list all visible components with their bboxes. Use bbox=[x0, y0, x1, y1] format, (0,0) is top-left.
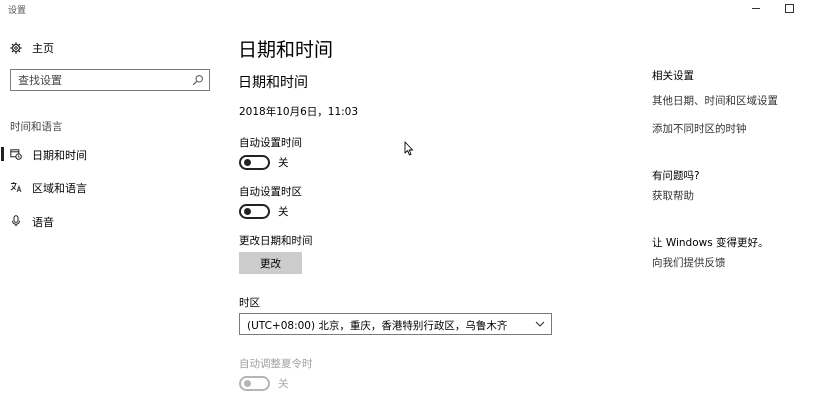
auto-timezone-toggle[interactable] bbox=[239, 203, 270, 219]
give-feedback-link[interactable]: 向我们提供反馈 bbox=[652, 255, 726, 270]
toggle-knob bbox=[244, 158, 251, 166]
auto-time-label: 自动设置时间 bbox=[239, 137, 302, 149]
active-indicator bbox=[1, 214, 4, 228]
toggle-knob bbox=[244, 379, 251, 387]
change-datetime-button[interactable]: 更改 bbox=[239, 252, 302, 274]
auto-time-toggle[interactable] bbox=[239, 154, 270, 170]
section-heading: 日期和时间 bbox=[238, 75, 308, 91]
related-settings-heading: 相关设置 bbox=[652, 70, 694, 82]
home-nav[interactable]: 主页 bbox=[10, 40, 54, 56]
minimize-button[interactable] bbox=[748, 1, 764, 15]
dst-label: 自动调整夏令时 bbox=[239, 358, 313, 370]
search-input[interactable] bbox=[11, 70, 181, 90]
feedback-heading: 让 Windows 变得更好。 bbox=[652, 237, 769, 249]
help-heading: 有问题吗? bbox=[652, 170, 700, 182]
title-bar: 设置 bbox=[0, 0, 816, 18]
sidebar-item-label: 日期和时间 bbox=[32, 149, 87, 162]
auto-timezone-state: 关 bbox=[278, 205, 289, 218]
auto-time-toggle-row: 关 bbox=[239, 154, 289, 170]
home-label: 主页 bbox=[32, 42, 54, 55]
sidebar-item-speech[interactable]: 语音 bbox=[0, 206, 225, 236]
toggle-knob bbox=[244, 207, 251, 215]
current-datetime: 2018年10月6日，11:03 bbox=[239, 106, 359, 118]
auto-timezone-label: 自动设置时区 bbox=[239, 186, 302, 198]
chevron-down-icon bbox=[535, 319, 545, 329]
sidebar-section-title: 时间和语言 bbox=[10, 121, 63, 133]
timezone-value: (UTC+08:00) 北京，重庆，香港特别行政区，乌鲁木齐 bbox=[247, 320, 508, 332]
search-box[interactable] bbox=[10, 69, 210, 91]
dst-state: 关 bbox=[278, 377, 289, 390]
add-clocks-link[interactable]: 添加不同时区的时钟 bbox=[652, 121, 747, 136]
additional-settings-link[interactable]: 其他日期、时间和区域设置 bbox=[652, 93, 778, 108]
calendar-clock-icon bbox=[10, 148, 22, 160]
mouse-cursor-icon bbox=[404, 141, 414, 157]
maximize-button[interactable] bbox=[781, 1, 797, 15]
sidebar-item-label: 语音 bbox=[32, 216, 54, 229]
page-title: 日期和时间 bbox=[238, 39, 334, 61]
search-icon[interactable] bbox=[192, 74, 204, 86]
change-datetime-label: 更改日期和时间 bbox=[239, 235, 313, 247]
auto-time-state: 关 bbox=[278, 156, 289, 169]
active-indicator bbox=[1, 147, 4, 161]
active-indicator bbox=[1, 180, 4, 194]
timezone-label: 时区 bbox=[239, 297, 260, 309]
timezone-select[interactable]: (UTC+08:00) 北京，重庆，香港特别行政区，乌鲁木齐 bbox=[239, 313, 552, 335]
dst-toggle-row: 关 bbox=[239, 375, 289, 391]
language-icon bbox=[10, 181, 22, 193]
sidebar-item-date-time[interactable]: 日期和时间 bbox=[0, 139, 225, 169]
dst-toggle[interactable] bbox=[239, 375, 270, 391]
microphone-icon bbox=[10, 215, 22, 227]
sidebar-item-region-language[interactable]: 区域和语言 bbox=[0, 172, 225, 202]
gear-icon bbox=[10, 42, 22, 54]
window-title: 设置 bbox=[8, 6, 27, 16]
get-help-link[interactable]: 获取帮助 bbox=[652, 188, 694, 203]
auto-timezone-toggle-row: 关 bbox=[239, 203, 289, 219]
sidebar-item-label: 区域和语言 bbox=[32, 182, 87, 195]
